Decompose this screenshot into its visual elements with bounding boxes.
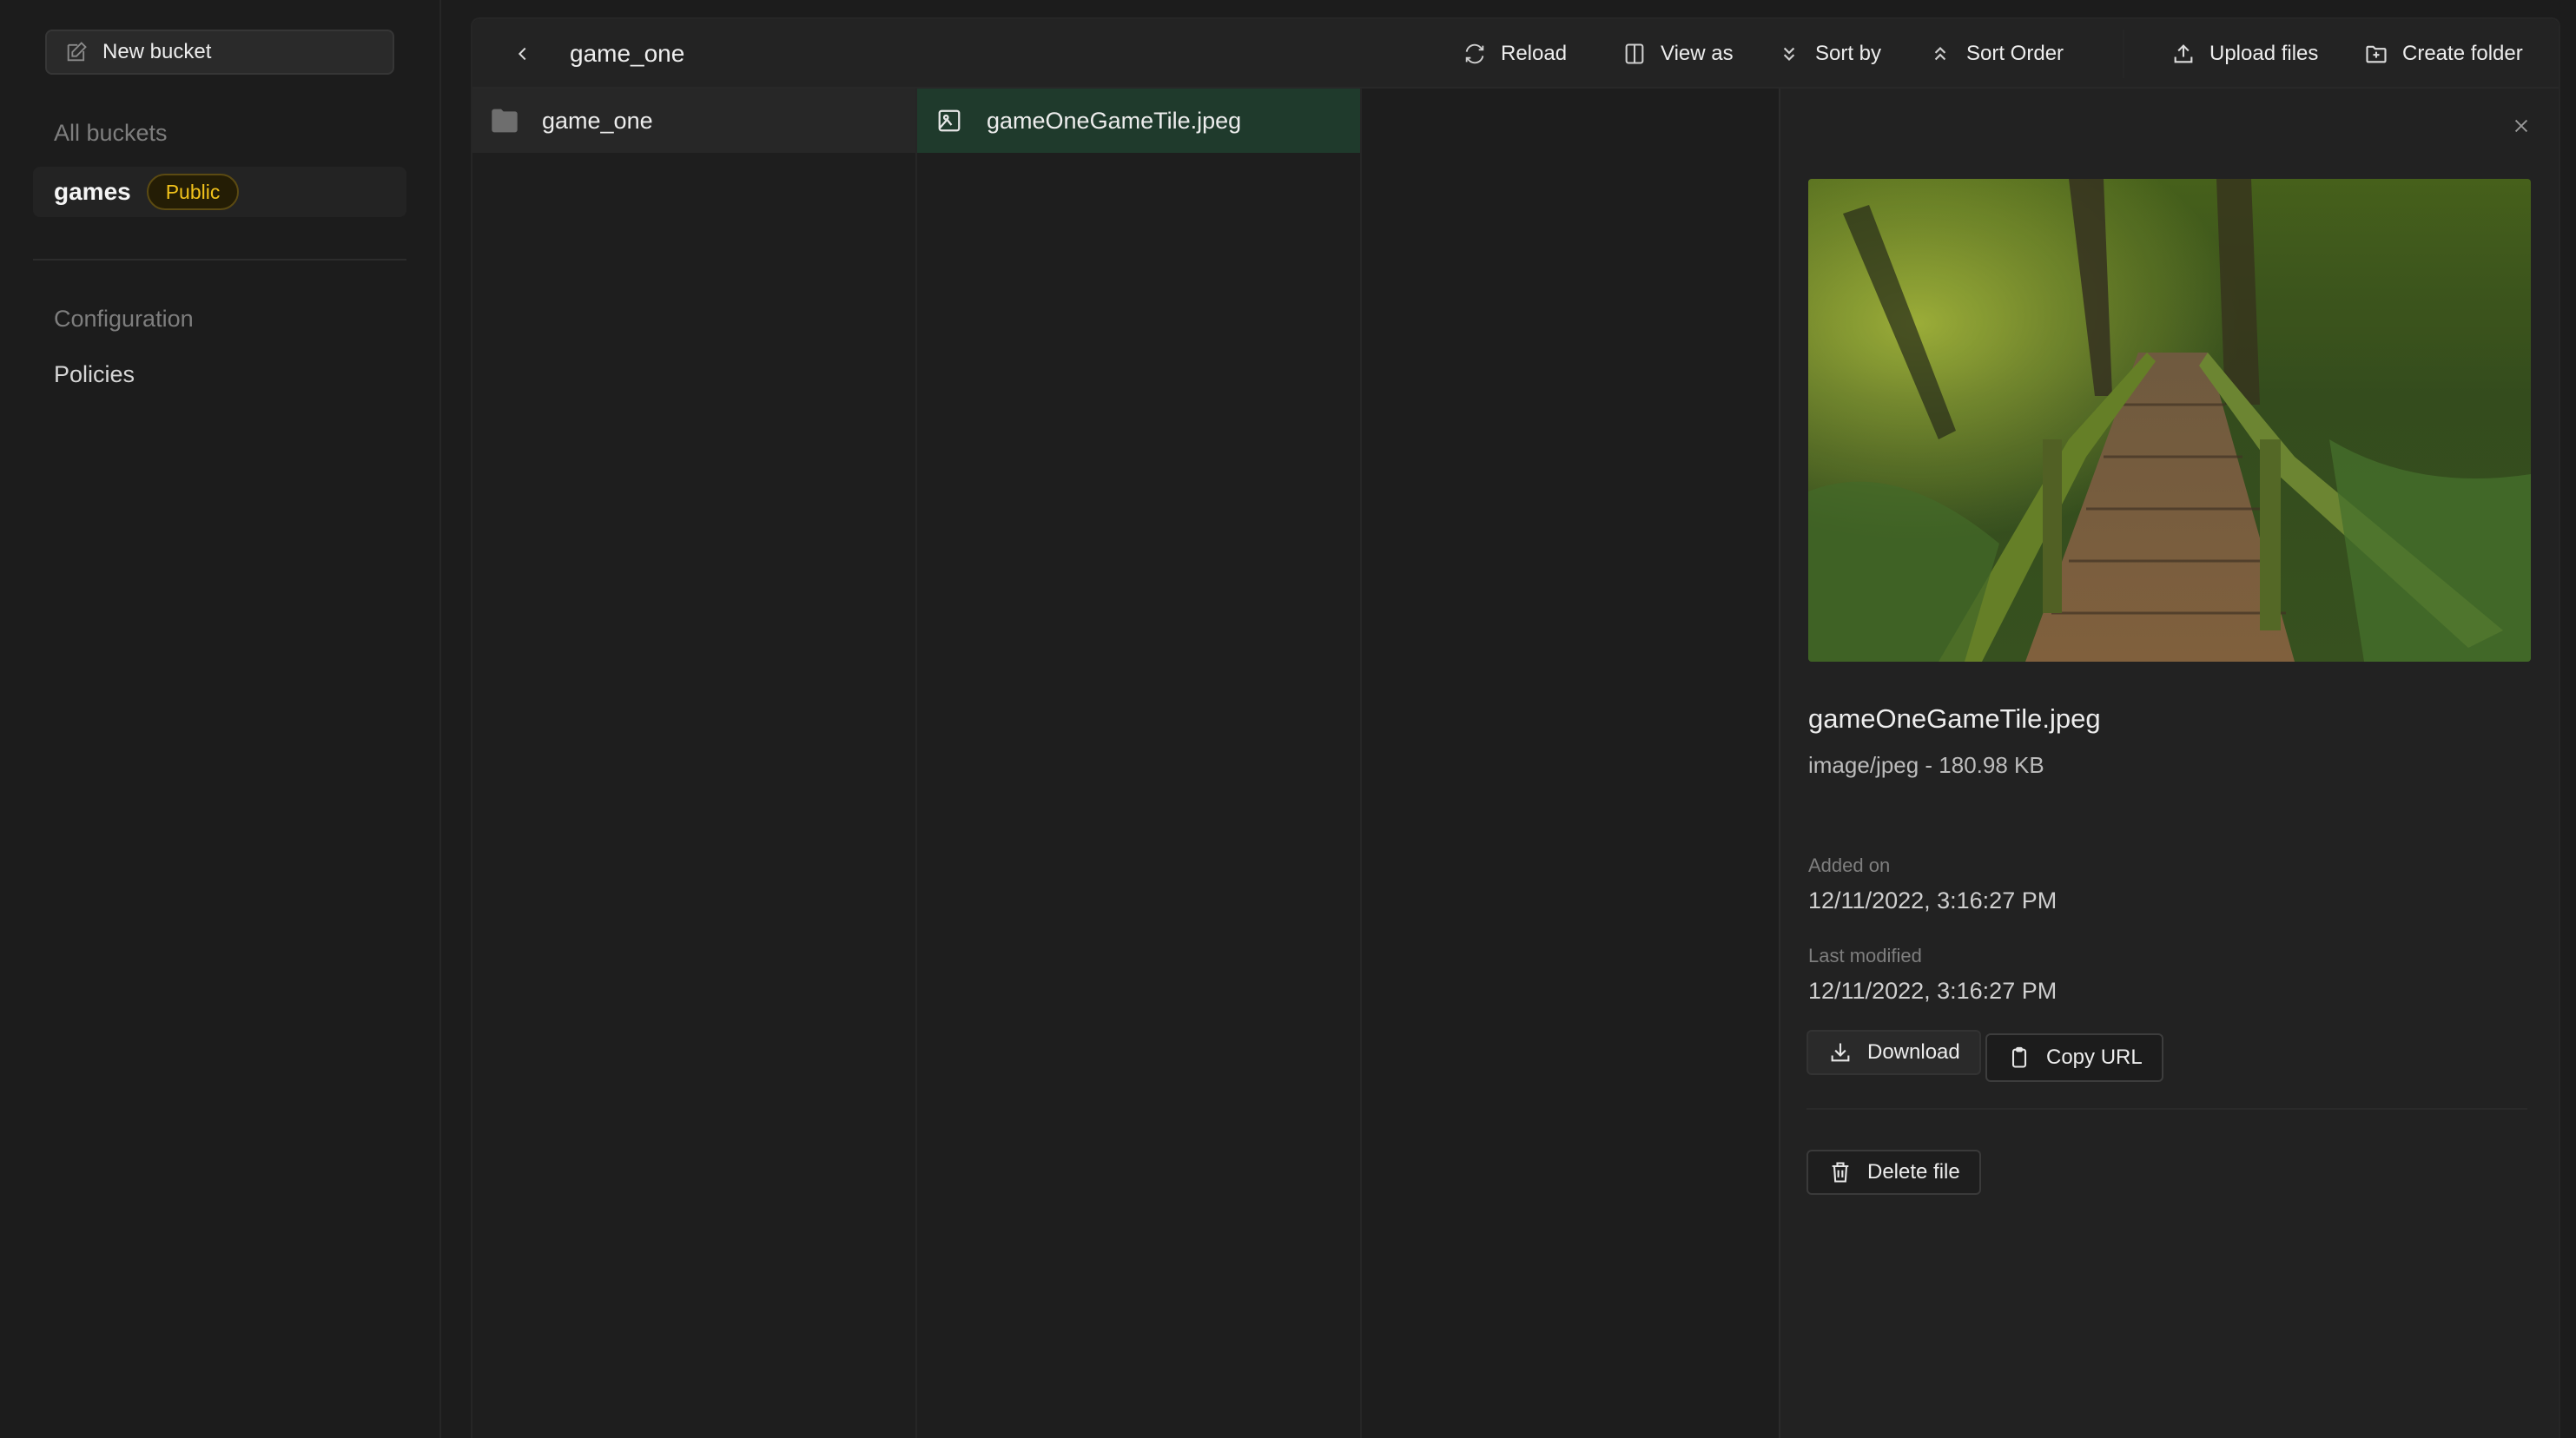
file-explorer: game_one Reload View as Sort by Sort Ord… xyxy=(471,17,2560,1438)
edit-icon xyxy=(64,40,89,64)
close-icon xyxy=(2514,119,2528,133)
sidebar: New bucket All buckets games Public Conf… xyxy=(0,0,441,1438)
sidebar-divider xyxy=(33,259,406,261)
clipboard-icon xyxy=(2006,1045,2032,1071)
added-on-label: Added on xyxy=(1808,854,1891,876)
upload-icon xyxy=(2170,40,2197,68)
chevrons-down-icon xyxy=(1775,40,1803,68)
detail-divider xyxy=(1807,1108,2527,1110)
view-as-label: View as xyxy=(1661,42,1734,65)
breadcrumb: game_one xyxy=(570,40,685,67)
sort-order-button[interactable]: Sort Order xyxy=(1926,36,2064,71)
download-button[interactable]: Download xyxy=(1807,1030,1981,1075)
folder-plus-icon xyxy=(2362,40,2390,68)
trash-icon xyxy=(1827,1159,1853,1185)
list-item-file[interactable]: gameOneGameTile.jpeg xyxy=(917,89,1360,153)
toolbar-separator xyxy=(2123,30,2124,78)
all-buckets-heading: All buckets xyxy=(54,120,168,146)
copy-url-button[interactable]: Copy URL xyxy=(1985,1033,2163,1082)
configuration-heading: Configuration xyxy=(54,306,194,332)
explorer-toolbar: game_one Reload View as Sort by Sort Ord… xyxy=(472,19,2559,89)
create-folder-button[interactable]: Create folder xyxy=(2362,36,2523,71)
close-button[interactable] xyxy=(2507,111,2536,141)
bucket-item-games[interactable]: games Public xyxy=(33,167,406,217)
view-as-button[interactable]: View as xyxy=(1621,36,1734,71)
reload-label: Reload xyxy=(1501,42,1568,65)
last-modified-value: 12/11/2022, 3:16:27 PM xyxy=(1808,978,2057,1004)
download-icon xyxy=(1827,1039,1853,1065)
image-preview xyxy=(1808,179,2531,662)
delete-file-label: Delete file xyxy=(1867,1160,1960,1184)
sort-by-label: Sort by xyxy=(1815,42,1882,65)
sort-order-label: Sort Order xyxy=(1966,42,2064,65)
download-label: Download xyxy=(1867,1040,1960,1064)
detail-file-meta: image/jpeg - 180.98 KB xyxy=(1808,752,2044,778)
upload-files-button[interactable]: Upload files xyxy=(2170,36,2318,71)
image-file-icon xyxy=(935,106,964,135)
reload-button[interactable]: Reload xyxy=(1461,36,1567,71)
reload-icon xyxy=(1461,40,1489,68)
column-1: game_one xyxy=(472,89,917,1438)
bucket-name: games xyxy=(54,178,131,205)
folder-icon xyxy=(490,106,519,135)
detail-file-name: gameOneGameTile.jpeg xyxy=(1808,703,2101,734)
copy-url-label: Copy URL xyxy=(2046,1046,2143,1069)
back-button[interactable] xyxy=(507,38,538,69)
list-item-folder[interactable]: game_one xyxy=(472,89,915,153)
chevron-left-icon xyxy=(518,47,526,61)
folder-name: game_one xyxy=(542,107,653,134)
upload-files-label: Upload files xyxy=(2209,42,2319,65)
create-folder-label: Create folder xyxy=(2402,42,2523,65)
new-bucket-button[interactable]: New bucket xyxy=(45,30,394,75)
sort-by-button[interactable]: Sort by xyxy=(1775,36,1881,71)
new-bucket-label: New bucket xyxy=(102,40,212,63)
column-2: gameOneGameTile.jpeg xyxy=(917,89,1362,1438)
last-modified-label: Last modified xyxy=(1808,945,1922,966)
added-on-value: 12/11/2022, 3:16:27 PM xyxy=(1808,887,2057,914)
columns-icon xyxy=(1621,40,1648,68)
file-name-label: gameOneGameTile.jpeg xyxy=(987,107,1242,134)
public-badge: Public xyxy=(146,174,240,210)
sidebar-item-policies[interactable]: Policies xyxy=(54,361,135,388)
column-3 xyxy=(1362,89,1780,1438)
file-detail-panel: gameOneGameTile.jpeg image/jpeg - 180.98… xyxy=(1780,89,2559,1438)
delete-file-button[interactable]: Delete file xyxy=(1807,1150,1981,1195)
chevrons-up-icon xyxy=(1926,40,1954,68)
